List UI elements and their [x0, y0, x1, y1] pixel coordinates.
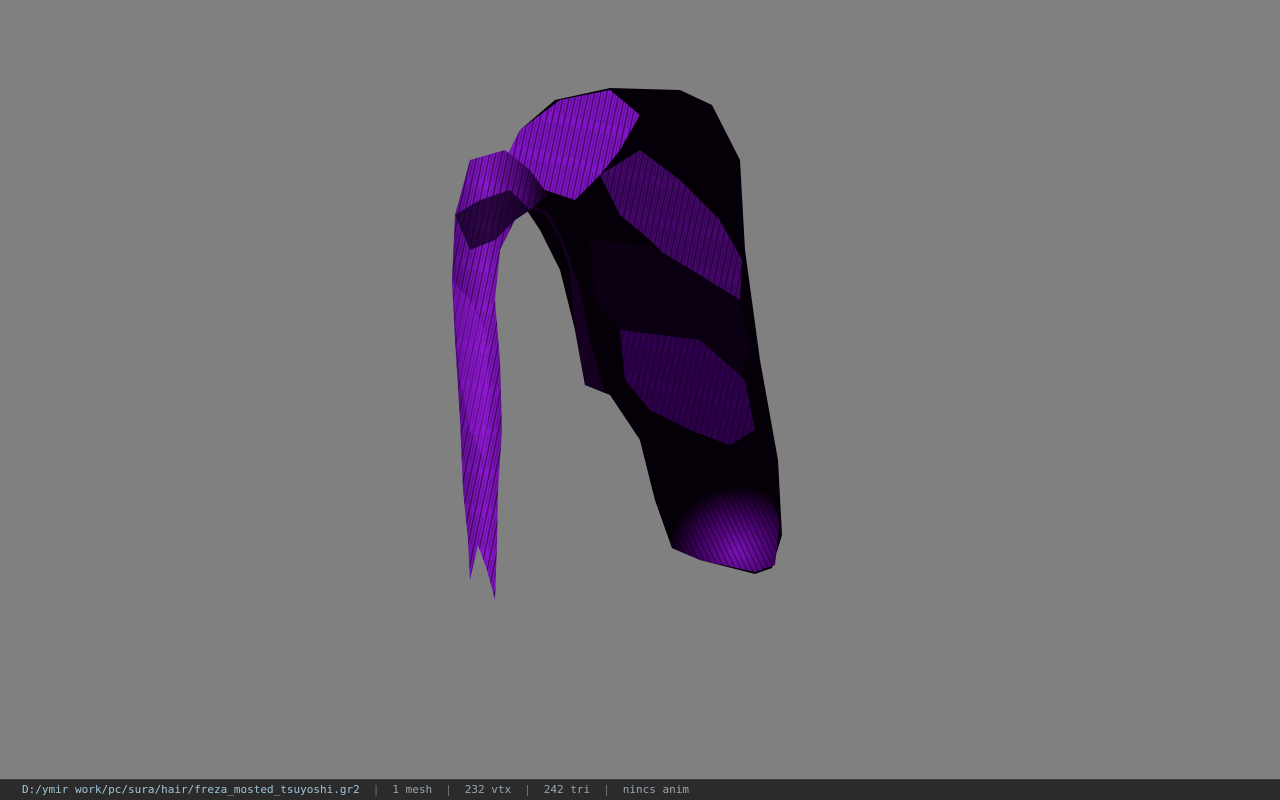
- separator: |: [445, 783, 452, 796]
- separator: |: [524, 783, 531, 796]
- status-bar: D:/ymir work/pc/sura/hair/freza_mosted_t…: [0, 779, 1280, 800]
- separator: |: [372, 783, 380, 796]
- anim-status: nincs anim: [622, 783, 689, 796]
- mesh-count: 1 mesh: [392, 783, 433, 796]
- hair-model: [452, 88, 782, 600]
- vertex-count: 232 vtx: [464, 783, 512, 796]
- 3d-viewport[interactable]: [0, 0, 1280, 779]
- separator: |: [603, 783, 610, 796]
- file-path: D:/ymir work/pc/sura/hair/freza_mosted_t…: [22, 783, 360, 796]
- triangle-count: 242 tri: [543, 783, 591, 796]
